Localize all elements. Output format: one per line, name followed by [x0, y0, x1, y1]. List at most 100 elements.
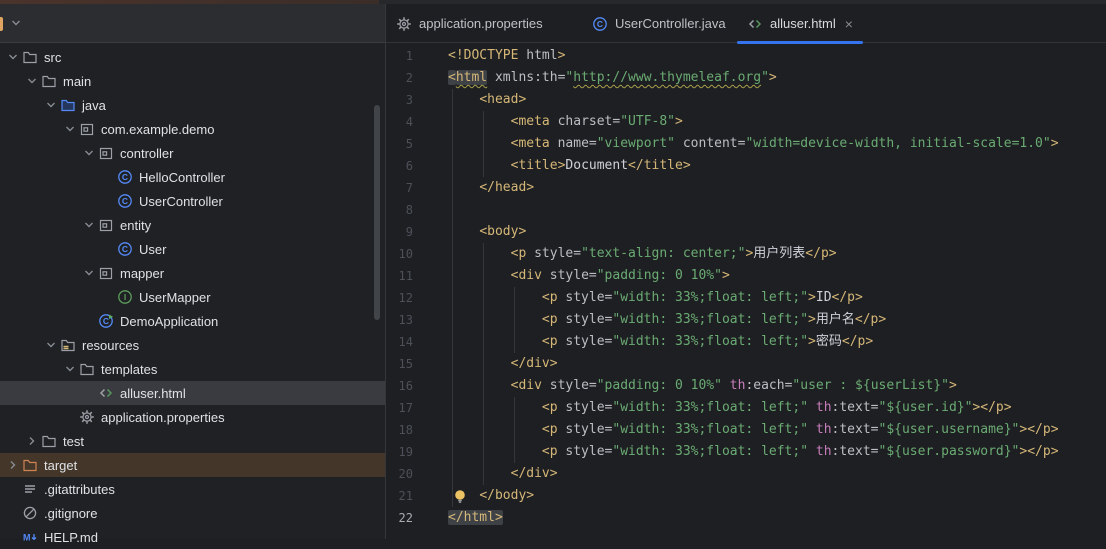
- project-tree: srcmainjavacom.example.democontrollerCHe…: [0, 45, 385, 549]
- code-line-1[interactable]: 1<!DOCTYPE html>: [386, 45, 1106, 67]
- tree-item-label: DemoApplication: [120, 314, 218, 329]
- code-line-7[interactable]: 7 </head>: [386, 177, 1106, 199]
- code-line-10[interactable]: 10 <p style="text-align: center;">用户列表</…: [386, 243, 1106, 265]
- tab-alluser-html[interactable]: alluser.html ×: [737, 4, 863, 43]
- code-line-21[interactable]: 21 </body>: [386, 485, 1106, 507]
- svg-text:I: I: [124, 292, 126, 302]
- code-line-11[interactable]: 11 <div style="padding: 0 10%">: [386, 265, 1106, 287]
- tree-item-entity[interactable]: entity: [0, 213, 385, 237]
- class-icon: C: [116, 241, 134, 257]
- code-line-15[interactable]: 15 </div>: [386, 353, 1106, 375]
- tree-item-label: HelloController: [139, 170, 225, 185]
- tree-item-label: UserController: [139, 194, 223, 209]
- tab-label: alluser.html: [770, 16, 836, 31]
- tree-item-usermapper[interactable]: IUserMapper: [0, 285, 385, 309]
- code-line-14[interactable]: 14 <p style="width: 33%;float: left;">密码…: [386, 331, 1106, 353]
- code-text: <p style="width: 33%;float: left;" th:te…: [448, 419, 1059, 441]
- chevron-down-icon[interactable]: [4, 49, 21, 65]
- chevron-down-icon[interactable]: [61, 361, 78, 377]
- code-line-18[interactable]: 18 <p style="width: 33%;float: left;" th…: [386, 419, 1106, 441]
- code-line-3[interactable]: 3 <head>: [386, 89, 1106, 111]
- code-text: <div style="padding: 0 10%">: [448, 265, 730, 287]
- tree-item-label: test: [63, 434, 84, 449]
- line-number: 10: [386, 243, 413, 265]
- class-icon: C: [116, 193, 134, 209]
- tree-scrollbar[interactable]: [374, 105, 380, 320]
- chevron-down-icon[interactable]: [42, 337, 59, 353]
- chevron-right-icon[interactable]: [23, 433, 40, 449]
- tree-item-main[interactable]: main: [0, 69, 385, 93]
- class-icon: C: [592, 16, 608, 32]
- tree-item-application-properties[interactable]: application.properties: [0, 405, 385, 429]
- project-header-chevron-icon[interactable]: [8, 15, 24, 31]
- chevron-down-icon[interactable]: [42, 97, 59, 113]
- tree-item-demoapplication[interactable]: CDemoApplication: [0, 309, 385, 333]
- excluded-folder-icon: [21, 457, 39, 473]
- tree-item-src[interactable]: src: [0, 45, 385, 69]
- tree-item-java[interactable]: java: [0, 93, 385, 117]
- tree-item-user[interactable]: C User: [0, 237, 385, 261]
- code-text: <p style="width: 33%;float: left;">用户名</…: [448, 309, 886, 331]
- code-line-20[interactable]: 20 </div>: [386, 463, 1106, 485]
- code-line-17[interactable]: 17 <p style="width: 33%;float: left;" th…: [386, 397, 1106, 419]
- chevron-placeholder: [99, 241, 116, 257]
- tree-item-label: alluser.html: [120, 386, 186, 401]
- code-line-4[interactable]: 4 <meta charset="UTF-8">: [386, 111, 1106, 133]
- tree-item-mapper[interactable]: mapper: [0, 261, 385, 285]
- tree-item-gitattributes[interactable]: .gitattributes: [0, 477, 385, 501]
- tree-item-usercontroller[interactable]: C UserController: [0, 189, 385, 213]
- tree-item-label: application.properties: [101, 410, 225, 425]
- code-text: </div>: [448, 353, 558, 375]
- code-line-8[interactable]: 8: [386, 199, 1106, 221]
- code-line-16[interactable]: 16 <div style="padding: 0 10%" th:each="…: [386, 375, 1106, 397]
- chevron-down-icon[interactable]: [61, 121, 78, 137]
- line-number: 15: [386, 353, 413, 375]
- chevron-down-icon[interactable]: [80, 145, 97, 161]
- line-number: 14: [386, 331, 413, 353]
- project-panel-header: [0, 4, 385, 43]
- line-number: 17: [386, 397, 413, 419]
- code-text: <p style="text-align: center;">用户列表</p>: [448, 243, 837, 265]
- tree-item-target[interactable]: target: [0, 453, 385, 477]
- tree-item-templates[interactable]: templates: [0, 357, 385, 381]
- tree-item-label: main: [63, 74, 91, 89]
- tree-item-controller[interactable]: controller: [0, 141, 385, 165]
- code-line-12[interactable]: 12 <p style="width: 33%;float: left;">ID…: [386, 287, 1106, 309]
- tree-item-test[interactable]: test: [0, 429, 385, 453]
- svg-text:C: C: [597, 19, 603, 29]
- tree-item-hellocontroller[interactable]: CHelloController: [0, 165, 385, 189]
- code-line-22[interactable]: 22</html>: [386, 507, 1106, 529]
- code-line-2[interactable]: 2<html xmlns:th="http://www.thymeleaf.or…: [386, 67, 1106, 89]
- tree-item-resources[interactable]: resources: [0, 333, 385, 357]
- chevron-down-icon[interactable]: [23, 73, 40, 89]
- tree-item-help-md[interactable]: MHELP.md: [0, 525, 385, 549]
- interface-icon: I: [116, 289, 134, 305]
- line-number: 22: [386, 507, 413, 529]
- chevron-placeholder: [4, 529, 21, 545]
- tree-item-com-example-demo[interactable]: com.example.demo: [0, 117, 385, 141]
- package-icon: [97, 265, 115, 281]
- ignored-file-icon: [21, 505, 39, 521]
- code-line-6[interactable]: 6 <title>Document</title>: [386, 155, 1106, 177]
- folder-icon: [40, 433, 58, 449]
- chevron-down-icon[interactable]: [80, 265, 97, 281]
- chevron-placeholder: [99, 193, 116, 209]
- code-line-13[interactable]: 13 <p style="width: 33%;float: left;">用户…: [386, 309, 1106, 331]
- chevron-placeholder: [4, 481, 21, 497]
- package-icon: [97, 217, 115, 233]
- tree-item-gitignore[interactable]: .gitignore: [0, 501, 385, 525]
- code-line-5[interactable]: 5 <meta name="viewport" content="width=d…: [386, 133, 1106, 155]
- tree-item-label: User: [139, 242, 166, 257]
- tab-close-icon[interactable]: ×: [845, 17, 853, 31]
- intention-bulb-icon[interactable]: [452, 488, 468, 504]
- tree-item-label: HELP.md: [44, 530, 98, 545]
- code-line-19[interactable]: 19 <p style="width: 33%;float: left;" th…: [386, 441, 1106, 463]
- chevron-right-icon[interactable]: [4, 457, 21, 473]
- tab-usercontroller-java[interactable]: CUserController.java: [582, 4, 736, 43]
- tree-item-label: entity: [120, 218, 151, 233]
- chevron-down-icon[interactable]: [80, 217, 97, 233]
- code-editor[interactable]: 1<!DOCTYPE html>2<html xmlns:th="http://…: [386, 43, 1106, 539]
- tab-application-properties[interactable]: application.properties: [386, 4, 553, 43]
- tree-item-alluser-html[interactable]: alluser.html: [0, 381, 385, 405]
- code-line-9[interactable]: 9 <body>: [386, 221, 1106, 243]
